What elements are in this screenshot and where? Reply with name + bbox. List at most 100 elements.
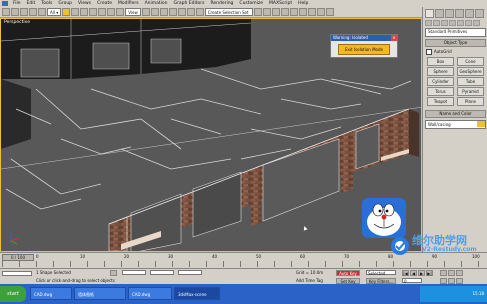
- spacewarps-icon[interactable]: [465, 20, 472, 26]
- systems-icon[interactable]: [473, 20, 480, 26]
- snap-icon[interactable]: [159, 8, 168, 16]
- box-button[interactable]: Box: [427, 57, 454, 66]
- taskbar-item[interactable]: CAD.dwg: [30, 287, 72, 300]
- add-time-tag-label[interactable]: Add Time Tag: [296, 278, 323, 283]
- viewport-label[interactable]: Perspective: [4, 20, 30, 25]
- start-button[interactable]: start: [0, 286, 26, 302]
- cylinder-button[interactable]: Cylinder: [427, 77, 454, 86]
- object-type-rollout-header[interactable]: Object Type: [425, 39, 486, 47]
- menu-item-graph-editors[interactable]: Graph Editors: [171, 0, 208, 7]
- plane-button[interactable]: Plane: [457, 97, 484, 106]
- menu-item-views[interactable]: Views: [75, 0, 94, 7]
- align-icon[interactable]: [262, 8, 271, 16]
- key-mode-dropdown[interactable]: Selected: [366, 270, 396, 276]
- object-name-field[interactable]: Wall/casing: [425, 120, 486, 129]
- cone-button[interactable]: Cone: [457, 57, 484, 66]
- teapot-button[interactable]: Teapot: [427, 97, 454, 106]
- menu-item-rendering[interactable]: Rendering: [207, 0, 236, 7]
- selection-filter-dropdown[interactable]: All ▾: [47, 8, 62, 16]
- taskbar-item[interactable]: 墙体图纸: [74, 287, 126, 300]
- zoom-all-icon[interactable]: [448, 270, 455, 276]
- lock-icon[interactable]: [110, 270, 117, 276]
- current-frame-field[interactable]: 0: [402, 278, 422, 284]
- menu-item-file[interactable]: File: [10, 0, 24, 7]
- z-coordinate-field[interactable]: [178, 270, 202, 275]
- tube-button[interactable]: Tube: [457, 77, 484, 86]
- modify-tab-icon[interactable]: [435, 9, 444, 18]
- reference-coord-dropdown[interactable]: View: [125, 8, 141, 16]
- pyramid-button[interactable]: Pyramid: [457, 87, 484, 96]
- taskbar-item-active[interactable]: 3dsMax-scene: [174, 287, 220, 300]
- rotate-icon[interactable]: [107, 8, 116, 16]
- shapes-icon[interactable]: [433, 20, 440, 26]
- x-coordinate-field[interactable]: [122, 270, 146, 275]
- motion-tab-icon[interactable]: [455, 9, 464, 18]
- named-selection-icon[interactable]: [195, 8, 204, 16]
- torus-button[interactable]: Torus: [427, 87, 454, 96]
- next-frame-icon[interactable]: ▶|: [426, 270, 433, 276]
- play-icon[interactable]: ▶: [418, 270, 425, 276]
- hierarchy-tab-icon[interactable]: [445, 9, 454, 18]
- auto-key-button[interactable]: Auto Key: [336, 270, 360, 276]
- scale-icon[interactable]: [116, 8, 125, 16]
- exit-isolation-button[interactable]: Exit Isolation Mode: [338, 44, 390, 55]
- select-object-icon[interactable]: [62, 8, 71, 16]
- named-selection-set-field[interactable]: Create Selection Set: [204, 8, 253, 16]
- bind-icon[interactable]: [38, 8, 46, 16]
- utilities-tab-icon[interactable]: [475, 9, 484, 18]
- zoom-extents-icon[interactable]: [456, 270, 463, 276]
- menu-item-tools[interactable]: Tools: [38, 0, 55, 7]
- mirror-icon[interactable]: [253, 8, 262, 16]
- go-to-start-icon[interactable]: |◀: [402, 270, 409, 276]
- link-icon[interactable]: [20, 8, 28, 16]
- menu-item-help[interactable]: Help: [295, 0, 311, 7]
- maxscript-listener-field[interactable]: [2, 271, 32, 276]
- curve-editor-icon[interactable]: [280, 8, 289, 16]
- menu-item-edit[interactable]: Edit: [24, 0, 39, 7]
- lights-icon[interactable]: [441, 20, 448, 26]
- window-crossing-icon[interactable]: [89, 8, 98, 16]
- material-editor-icon[interactable]: [298, 8, 307, 16]
- region-select-icon[interactable]: [80, 8, 89, 16]
- select-by-name-icon[interactable]: [71, 8, 80, 16]
- object-color-swatch[interactable]: [477, 121, 485, 127]
- zoom-icon[interactable]: [440, 270, 447, 276]
- create-tab-icon[interactable]: [425, 9, 434, 18]
- sphere-button[interactable]: Sphere: [427, 67, 454, 76]
- menu-item-group[interactable]: Group: [55, 0, 75, 7]
- geosphere-button[interactable]: GeoSphere: [457, 67, 484, 76]
- name-color-rollout-header[interactable]: Name and Color: [425, 110, 486, 118]
- percent-snap-icon[interactable]: [177, 8, 186, 16]
- display-tab-icon[interactable]: [465, 9, 474, 18]
- primitive-category-dropdown[interactable]: Standard Primitives: [425, 28, 486, 37]
- unlink-icon[interactable]: [29, 8, 37, 16]
- menu-item-animation[interactable]: Animation: [142, 0, 171, 7]
- tick-label: 70: [344, 254, 350, 259]
- previous-frame-icon[interactable]: ◀: [410, 270, 417, 276]
- helpers-icon[interactable]: [457, 20, 464, 26]
- pivot-icon[interactable]: [141, 8, 150, 16]
- redo-icon[interactable]: [11, 8, 19, 16]
- menu-item-customize[interactable]: Customize: [236, 0, 266, 7]
- y-coordinate-field[interactable]: [150, 270, 174, 275]
- move-icon[interactable]: [98, 8, 107, 16]
- menu-item-maxscript[interactable]: MAXScript: [266, 0, 295, 7]
- angle-snap-icon[interactable]: [168, 8, 177, 16]
- schematic-view-icon[interactable]: [289, 8, 298, 16]
- app-icon[interactable]: [2, 1, 8, 6]
- render-setup-icon[interactable]: [307, 8, 316, 16]
- menu-item-modifiers[interactable]: Modifiers: [115, 0, 142, 7]
- spinner-snap-icon[interactable]: [186, 8, 195, 16]
- close-icon[interactable]: ×: [391, 35, 397, 41]
- render-frame-icon[interactable]: [316, 8, 325, 16]
- menu-item-create[interactable]: Create: [94, 0, 115, 7]
- taskbar-item[interactable]: CAD.dwg: [128, 287, 172, 300]
- autogrid-checkbox[interactable]: [426, 49, 432, 55]
- cameras-icon[interactable]: [449, 20, 456, 26]
- layer-manager-icon[interactable]: [271, 8, 280, 16]
- quick-render-icon[interactable]: [325, 8, 334, 16]
- undo-icon[interactable]: [2, 8, 10, 16]
- manipulate-icon[interactable]: [150, 8, 159, 16]
- geometry-icon[interactable]: [425, 20, 432, 26]
- track-bar[interactable]: [2, 261, 485, 267]
